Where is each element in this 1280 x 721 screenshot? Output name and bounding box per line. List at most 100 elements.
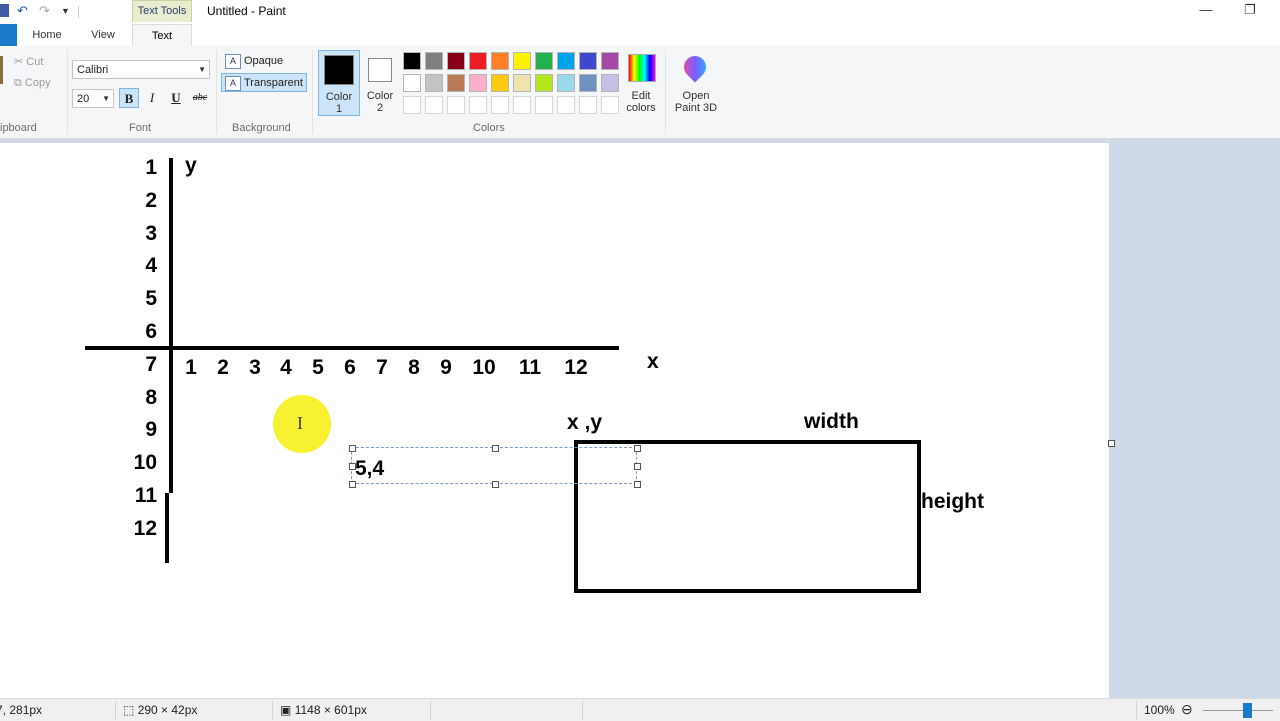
x-tick-label: 12 [564, 356, 588, 379]
customize-qat-icon[interactable]: ▼ [61, 4, 70, 18]
resize-handle[interactable] [634, 481, 641, 488]
status-divider [272, 701, 273, 719]
palette-swatch[interactable] [557, 74, 575, 92]
palette-swatch[interactable] [491, 74, 509, 92]
status-divider [582, 701, 583, 719]
resize-handle[interactable] [634, 445, 641, 452]
custom-color-slot[interactable] [579, 96, 597, 114]
cut-label: Cut [26, 56, 44, 68]
cursor-position: 7, 281px [0, 703, 42, 717]
palette-swatch[interactable] [579, 74, 597, 92]
custom-color-slot[interactable] [535, 96, 553, 114]
zoom-out-icon[interactable]: ⊖ [1181, 701, 1193, 718]
palette-swatch[interactable] [601, 74, 619, 92]
palette-swatch[interactable] [601, 52, 619, 70]
custom-color-slot[interactable] [557, 96, 575, 114]
color1-number: 1 [335, 103, 343, 115]
title-bar [0, 0, 1280, 24]
color1-button[interactable]: Color 1 [318, 50, 360, 116]
palette-swatch[interactable] [469, 52, 487, 70]
palette-swatch[interactable] [469, 74, 487, 92]
paste-icon[interactable] [0, 56, 3, 84]
resize-handle[interactable] [492, 481, 499, 488]
strikethrough-button[interactable]: abc [189, 88, 211, 108]
resize-handle[interactable] [634, 463, 641, 470]
palette-swatch[interactable] [557, 52, 575, 70]
color2-swatch [368, 58, 392, 82]
resize-handle[interactable] [349, 463, 356, 470]
zoom-slider-thumb[interactable] [1243, 703, 1252, 718]
x-tick-label: 9 [440, 356, 452, 379]
selection-size-value: 290 × 42px [137, 703, 198, 717]
context-tab-group-label: Text Tools [132, 0, 192, 22]
y-tick-label: 2 [145, 188, 157, 212]
custom-color-slot[interactable] [425, 96, 443, 114]
color1-label: Color [325, 91, 353, 103]
italic-button[interactable]: I [142, 88, 162, 108]
text-box[interactable]: 5,4 [349, 445, 641, 488]
palette-swatch[interactable] [513, 52, 531, 70]
palette-swatch[interactable] [425, 52, 443, 70]
font-family-select[interactable]: Calibri ▼ [72, 60, 210, 79]
chevron-down-icon: ▼ [102, 94, 110, 103]
palette-swatch[interactable] [491, 52, 509, 70]
palette-swatch[interactable] [535, 74, 553, 92]
custom-color-slot[interactable] [491, 96, 509, 114]
copy-button[interactable]: ⧉ Copy [14, 77, 51, 90]
custom-color-slot[interactable] [601, 96, 619, 114]
restore-button[interactable]: ❐ [1230, 2, 1270, 18]
undo-icon[interactable]: ↶ [17, 4, 28, 18]
custom-color-slot[interactable] [513, 96, 531, 114]
custom-color-slot[interactable] [469, 96, 487, 114]
palette-swatch[interactable] [579, 52, 597, 70]
canvas-resize-handle[interactable] [1108, 440, 1115, 447]
palette-swatch[interactable] [447, 52, 465, 70]
palette-swatch[interactable] [535, 52, 553, 70]
zoom-slider-track[interactable] [1203, 710, 1273, 711]
transparent-label: Transparent [244, 77, 303, 89]
resize-handle[interactable] [492, 445, 499, 452]
tab-home[interactable]: Home [20, 24, 74, 46]
palette-swatch[interactable] [447, 74, 465, 92]
y-tick-label: 9 [145, 418, 157, 442]
redo-icon[interactable]: ↷ [39, 4, 50, 18]
canvas[interactable]: y x 1 2 3 4 5 6 7 8 9 10 11 12 1 2 3 4 5 6 7 8 9 10 11 12 x ,y… [0, 143, 1109, 698]
rainbow-icon [628, 54, 656, 82]
transparent-button[interactable]: A Transparent [221, 73, 307, 92]
bold-button[interactable]: B [119, 88, 139, 108]
colors-group-label: Colors [473, 122, 505, 134]
palette-swatch[interactable] [403, 74, 421, 92]
minimize-button[interactable]: — [1186, 2, 1226, 17]
font-size-select[interactable]: 20 ▼ [72, 89, 114, 108]
image-size: ▣ 1148 × 601px [280, 703, 367, 717]
tab-view[interactable]: View [76, 24, 130, 46]
y-axis-label: y [185, 154, 197, 177]
tab-text[interactable]: Text [132, 24, 192, 46]
save-icon[interactable] [0, 4, 9, 17]
edit-colors-button[interactable]: Edit colors [622, 52, 660, 116]
opaque-button[interactable]: A Opaque [222, 52, 292, 71]
underline-button[interactable]: U [166, 88, 186, 108]
file-tab[interactable] [0, 24, 17, 46]
xy-label: x ,y [567, 411, 603, 434]
color2-button[interactable]: Color 2 [362, 50, 398, 116]
palette-swatch[interactable] [403, 52, 421, 70]
clipboard-group-label: ipboard [0, 122, 37, 134]
open-paint3d-button[interactable]: Open Paint 3D [672, 51, 720, 116]
custom-color-slot[interactable] [447, 96, 465, 114]
group-separator [67, 50, 68, 134]
palette-swatch[interactable] [425, 74, 443, 92]
resize-handle[interactable] [349, 481, 356, 488]
y-tick-label: 6 [145, 320, 157, 343]
scissors-icon: ✂ [14, 56, 24, 68]
cut-button[interactable]: ✂ Cut [14, 55, 43, 68]
selection-size: ⬚ 290 × 42px [123, 703, 197, 717]
custom-color-slot[interactable] [403, 96, 421, 114]
ribbon-tab-row [0, 24, 1280, 47]
palette-swatch[interactable] [513, 74, 531, 92]
resize-handle[interactable] [349, 445, 356, 452]
text-box-content: 5,4 [355, 457, 385, 480]
group-separator [312, 50, 313, 134]
font-group-label: Font [129, 122, 152, 134]
copy-label: Copy [24, 77, 51, 89]
